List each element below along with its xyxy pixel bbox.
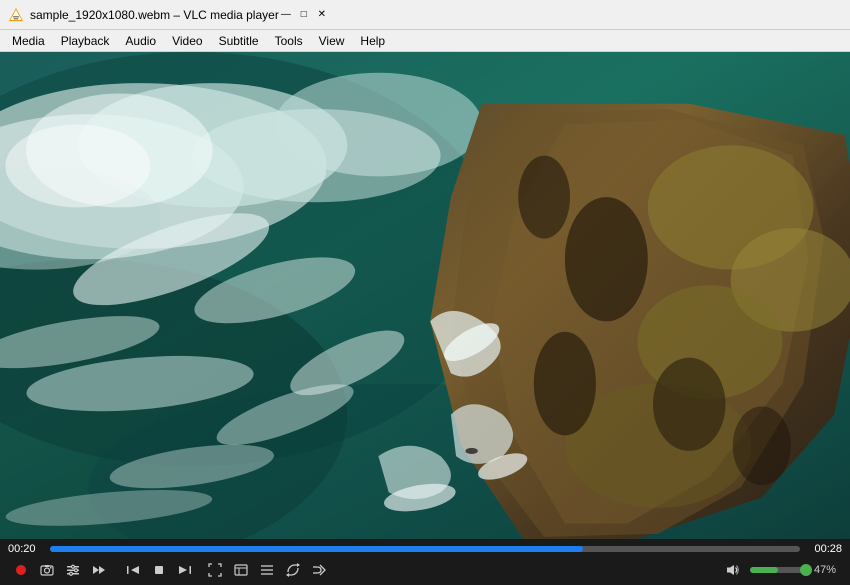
- volume-bar-fill: [750, 567, 778, 573]
- close-button[interactable]: ✕: [315, 8, 329, 22]
- maximize-button[interactable]: □: [297, 8, 311, 22]
- random-button[interactable]: [306, 559, 332, 581]
- loop-button[interactable]: [280, 559, 306, 581]
- volume-percent: 47%: [814, 564, 842, 576]
- minimize-button[interactable]: —: [279, 8, 293, 22]
- extra-controls: [202, 559, 332, 581]
- volume-knob: [800, 564, 812, 576]
- menu-playback[interactable]: Playback: [53, 32, 118, 50]
- controls-area: 00:20 00:28: [0, 539, 850, 585]
- snapshot-button[interactable]: [34, 559, 60, 581]
- volume-area: 47%: [720, 559, 842, 581]
- seek-bar[interactable]: [50, 546, 800, 552]
- video-canvas: [0, 52, 850, 539]
- menu-audio[interactable]: Audio: [117, 32, 164, 50]
- fullscreen-button[interactable]: [202, 559, 228, 581]
- stop-button[interactable]: [146, 559, 172, 581]
- menu-tools[interactable]: Tools: [267, 32, 311, 50]
- next-button[interactable]: [172, 559, 198, 581]
- frame-button[interactable]: [86, 559, 112, 581]
- menu-bar: Media Playback Audio Video Subtitle Tool…: [0, 30, 850, 52]
- vlc-icon: [8, 7, 24, 23]
- left-controls: [8, 559, 112, 581]
- seek-bar-fill: [50, 546, 583, 552]
- window-controls[interactable]: — □ ✕: [279, 8, 329, 22]
- menu-video[interactable]: Video: [164, 32, 210, 50]
- playlist-button[interactable]: [254, 559, 280, 581]
- menu-subtitle[interactable]: Subtitle: [211, 32, 267, 50]
- seek-bar-row: 00:20 00:28: [0, 539, 850, 557]
- mute-button[interactable]: [720, 559, 746, 581]
- menu-media[interactable]: Media: [4, 32, 53, 50]
- title-bar-text: sample_1920x1080.webm – VLC media player: [30, 8, 279, 22]
- record-button[interactable]: [8, 559, 34, 581]
- video-area[interactable]: [0, 52, 850, 539]
- previous-button[interactable]: [120, 559, 146, 581]
- playback-controls: [120, 559, 198, 581]
- volume-bar[interactable]: [750, 567, 810, 573]
- title-bar: sample_1920x1080.webm – VLC media player…: [0, 0, 850, 30]
- extended-view-button[interactable]: [228, 559, 254, 581]
- menu-view[interactable]: View: [311, 32, 353, 50]
- menu-help[interactable]: Help: [352, 32, 393, 50]
- time-current: 00:20: [8, 543, 44, 555]
- time-total: 00:28: [806, 543, 842, 555]
- buttons-row: 47%: [0, 557, 850, 585]
- extended-settings-button[interactable]: [60, 559, 86, 581]
